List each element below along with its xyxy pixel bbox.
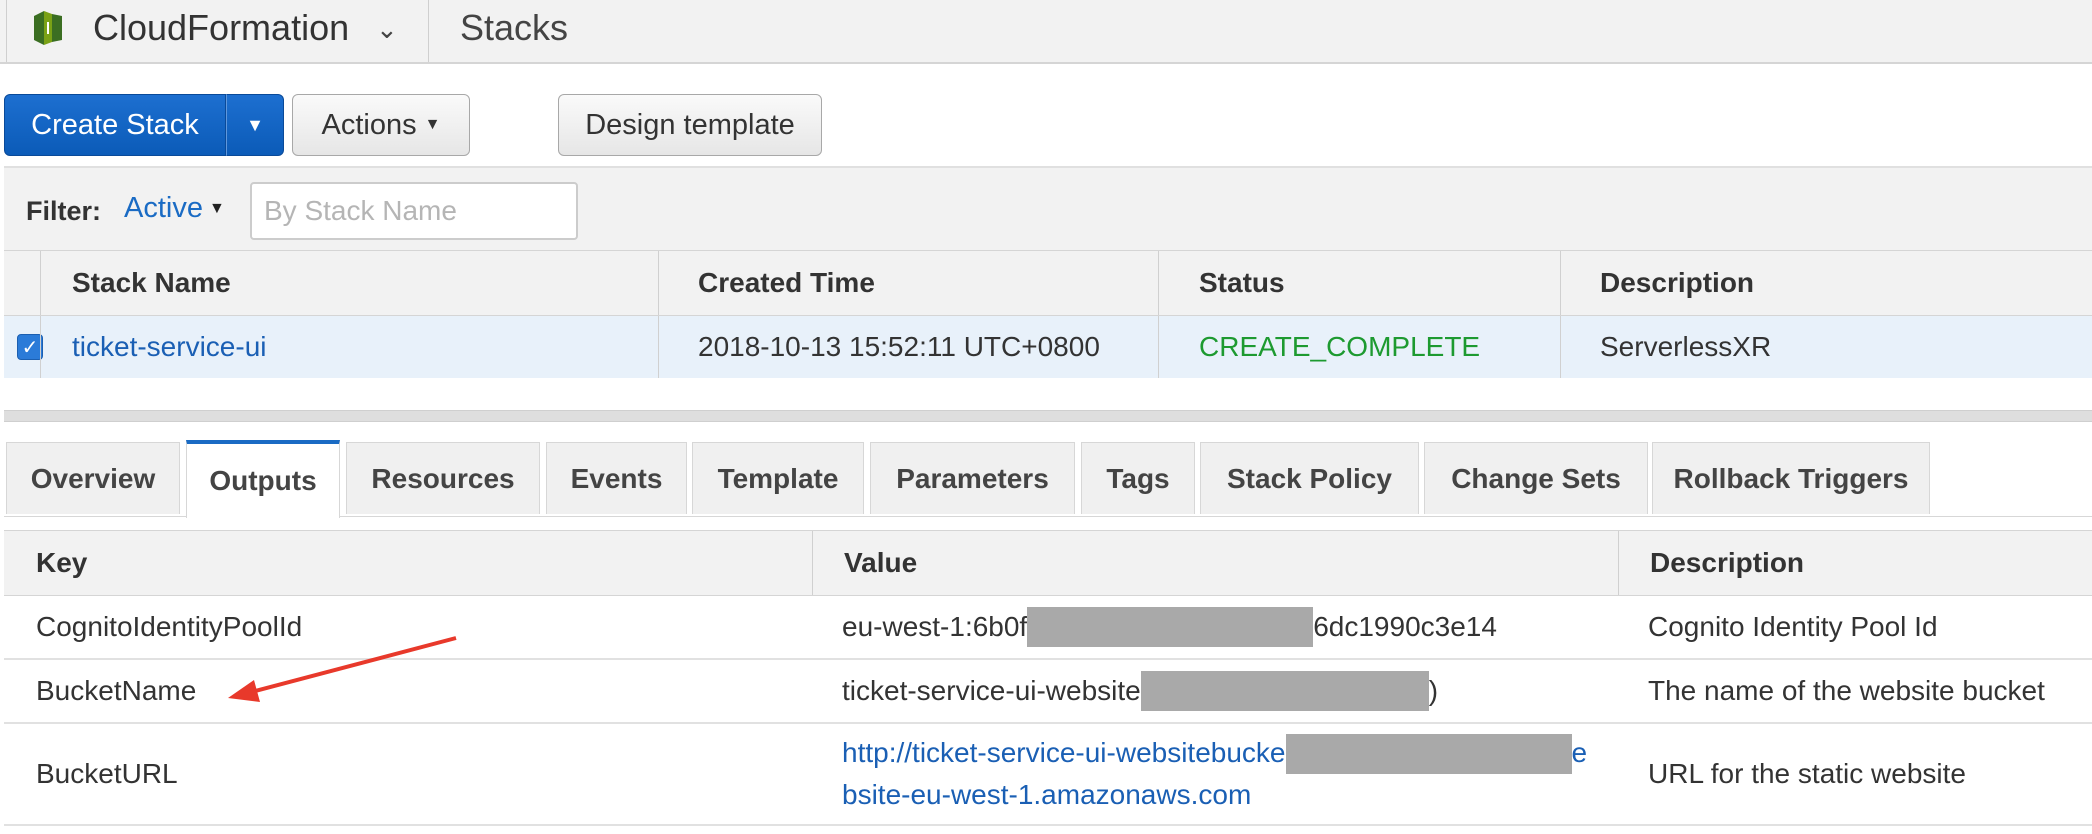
actions-button[interactable]: Actions ▼	[292, 94, 470, 156]
column-divider	[1158, 251, 1159, 315]
stack-name-search-input[interactable]	[250, 182, 578, 240]
stack-description: ServerlessXR	[1600, 331, 1772, 362]
filter-status-value: Active	[124, 192, 203, 224]
column-header-created-time[interactable]: Created Time	[698, 251, 875, 315]
pane-splitter[interactable]	[4, 410, 2092, 422]
redaction-block	[1027, 607, 1314, 647]
filter-status-dropdown[interactable]: Active ▼	[124, 192, 225, 225]
column-divider	[40, 316, 41, 378]
column-divider	[658, 251, 659, 315]
column-header-status[interactable]: Status	[1199, 251, 1285, 315]
stack-created-time: 2018-10-13 15:52:11 UTC+0800	[698, 331, 1100, 362]
create-stack-button-group: Create Stack ▼	[4, 94, 284, 156]
top-bar: CloudFormation ⌄ Stacks	[0, 0, 2092, 64]
page-title: Stacks	[460, 7, 569, 48]
output-key: BucketURL	[36, 758, 178, 789]
column-divider	[1618, 531, 1619, 595]
output-value-start: http://ticket-service-ui-websitebucke	[842, 736, 1286, 768]
tab-overview[interactable]: Overview	[6, 442, 180, 514]
caret-down-icon: ▼	[424, 116, 441, 133]
output-value-start: ticket-service-ui-website	[842, 675, 1141, 706]
output-value-end: 6dc1990c3e14	[1313, 611, 1497, 642]
output-description: Cognito Identity Pool Id	[1648, 611, 1938, 642]
outputs-table-header: Key Value Description	[4, 530, 2092, 596]
column-divider	[1158, 316, 1159, 378]
tab-tags[interactable]: Tags	[1081, 442, 1195, 514]
tab-outputs[interactable]: Outputs	[186, 440, 340, 518]
filter-bar: Filter: Active ▼	[4, 166, 2092, 252]
caret-down-icon: ▼	[208, 200, 225, 217]
actions-label: Actions	[321, 108, 417, 141]
redaction-block	[1140, 671, 1429, 711]
tab-resources[interactable]: Resources	[346, 442, 540, 514]
redaction-block	[1285, 734, 1572, 775]
column-header-description[interactable]: Description	[1650, 531, 1804, 595]
column-header-value[interactable]: Value	[844, 531, 917, 595]
table-empty-space	[4, 378, 2092, 412]
table-row[interactable]: ✓ ticket-service-ui 2018-10-13 15:52:11 …	[4, 316, 2092, 379]
output-description: URL for the static website	[1648, 758, 1966, 789]
column-header-stack-name[interactable]: Stack Name	[72, 251, 231, 315]
create-stack-button[interactable]: Create Stack	[4, 94, 226, 156]
output-value-start: eu-west-1:6b0f	[842, 611, 1028, 642]
tab-template[interactable]: Template	[692, 442, 864, 514]
filter-label: Filter:	[26, 196, 102, 226]
tab-stack-policy[interactable]: Stack Policy	[1200, 442, 1419, 514]
tab-rollback-triggers[interactable]: Rollback Triggers	[1652, 442, 1930, 514]
create-stack-dropdown-button[interactable]: ▼	[226, 94, 284, 156]
bucket-url-link[interactable]: http://ticket-service-ui-websitebucke e	[842, 732, 1587, 775]
column-divider	[1560, 251, 1561, 315]
output-key: BucketName	[36, 675, 197, 706]
output-value: eu-west-1:6b0f 6dc1990c3e14	[842, 596, 1497, 658]
bucket-url-link-continued[interactable]: bsite-eu-west-1.amazonaws.com	[842, 774, 1251, 816]
tab-change-sets[interactable]: Change Sets	[1424, 442, 1648, 514]
tab-events[interactable]: Events	[546, 442, 687, 514]
tab-parameters[interactable]: Parameters	[870, 442, 1075, 514]
annotation-arrow-icon	[228, 636, 457, 702]
design-template-button[interactable]: Design template	[558, 94, 822, 156]
chevron-down-icon[interactable]: ⌄	[376, 14, 398, 45]
output-value: ticket-service-ui-website)	[842, 660, 1438, 722]
column-divider	[40, 251, 41, 315]
cloudformation-logo-icon	[34, 11, 62, 45]
stacks-table-header: Stack Name Created Time Status Descripti…	[4, 250, 2092, 316]
column-divider	[1560, 316, 1561, 378]
stack-name-link[interactable]: ticket-service-ui	[72, 316, 266, 378]
output-description: The name of the website bucket	[1648, 675, 2045, 706]
divider	[6, 0, 7, 62]
column-header-key[interactable]: Key	[36, 531, 87, 595]
output-value-end: e	[1571, 736, 1588, 768]
stack-status: CREATE_COMPLETE	[1199, 331, 1481, 362]
column-divider	[812, 531, 813, 595]
output-value: http://ticket-service-ui-websitebucke e b…	[842, 724, 1587, 824]
column-header-description[interactable]: Description	[1600, 251, 1754, 315]
column-divider	[658, 316, 659, 378]
service-name[interactable]: CloudFormation	[93, 8, 349, 48]
caret-down-icon: ▼	[246, 114, 264, 135]
table-row: BucketURL http://ticket-service-ui-websi…	[4, 724, 2092, 826]
stacks-table: Stack Name Created Time Status Descripti…	[4, 250, 2092, 379]
divider	[428, 0, 429, 62]
output-value-end: )	[1428, 675, 1439, 706]
